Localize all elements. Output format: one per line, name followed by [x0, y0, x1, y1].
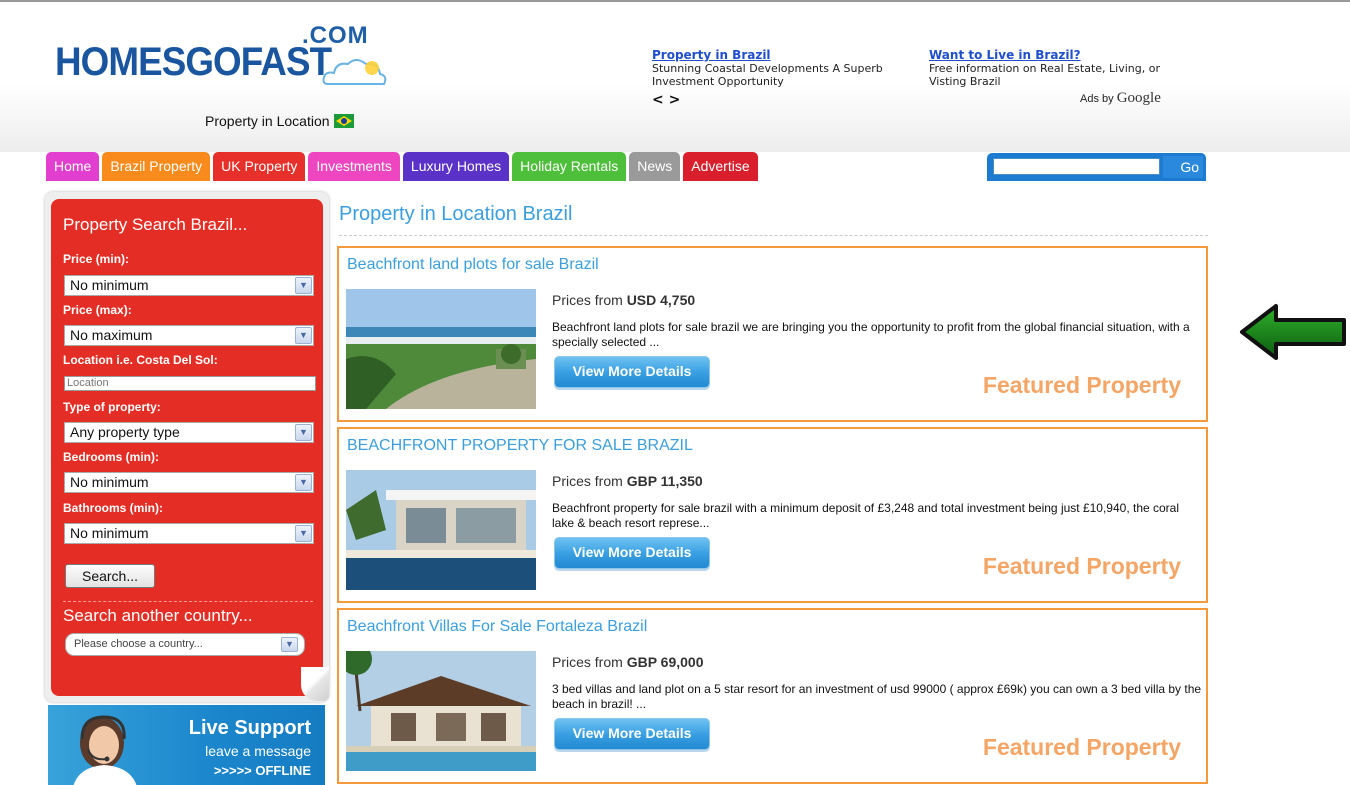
- price-max-value: No maximum: [70, 327, 153, 343]
- logo-tagline: Property in Location: [205, 113, 354, 129]
- nav-tab-news[interactable]: News: [629, 152, 681, 181]
- listing-image[interactable]: [346, 651, 536, 771]
- listing-image[interactable]: [346, 470, 536, 590]
- logo-cloud-icon: [322, 59, 387, 85]
- sidebar-divider: [63, 601, 313, 602]
- support-agent-avatar: [73, 715, 137, 785]
- brazil-flag-icon: [333, 114, 354, 128]
- price-min-select[interactable]: No minimum ▼: [64, 275, 314, 296]
- listing-title-link[interactable]: BEACHFRONT PROPERTY FOR SALE BRAZIL: [347, 437, 693, 455]
- google-brand: Google: [1116, 90, 1161, 106]
- ad-link-1[interactable]: Property in Brazil: [652, 48, 922, 62]
- ad-text-1: Stunning Coastal Developments A Superb I…: [652, 62, 883, 88]
- listing-title-link[interactable]: Beachfront land plots for sale Brazil: [347, 256, 599, 274]
- view-more-details-button[interactable]: View More Details: [554, 537, 710, 569]
- listing-card: Beachfront land plots for sale Brazil Pr…: [337, 246, 1208, 422]
- property-search-panel: Property Search Brazil... Price (min): N…: [51, 199, 323, 696]
- listing-card: Beachfront Villas For Sale Fortaleza Bra…: [337, 608, 1208, 784]
- nav-tab-brazil-property[interactable]: Brazil Property: [102, 152, 211, 181]
- price-prefix: Prices from: [552, 292, 623, 308]
- price-value: USD 4,750: [626, 292, 696, 308]
- listing-card: BEACHFRONT PROPERTY FOR SALE BRAZIL Pric…: [337, 427, 1208, 603]
- live-support-title: Live Support: [188, 717, 311, 739]
- ads-by-label: Ads by: [1080, 93, 1114, 105]
- chevron-down-icon: ▼: [295, 474, 312, 491]
- ad-link-2[interactable]: Want to Live in Brazil?: [929, 48, 1199, 62]
- search-button[interactable]: Search...: [65, 564, 155, 588]
- bedrooms-select[interactable]: No minimum ▼: [64, 472, 314, 493]
- chevron-down-icon: ▼: [295, 277, 312, 294]
- page-curl-decoration: [301, 667, 329, 701]
- chevron-down-icon: ▼: [295, 327, 312, 344]
- listing-description: Beachfront property for sale brazil with…: [552, 501, 1180, 530]
- listing-title-link[interactable]: Beachfront Villas For Sale Fortaleza Bra…: [347, 618, 647, 636]
- ad-text-2: Free information on Real Estate, Living,…: [929, 62, 1160, 88]
- bathrooms-label: Bathrooms (min):: [63, 501, 163, 515]
- price-min-value: No minimum: [70, 277, 149, 293]
- ad-block-2: Want to Live in Brazil? Free information…: [929, 48, 1199, 88]
- live-support-status: >>>>> OFFLINE: [213, 763, 311, 778]
- property-type-value: Any property type: [70, 424, 180, 440]
- site-search-go-button[interactable]: Go: [1163, 156, 1203, 178]
- bathrooms-select[interactable]: No minimum ▼: [64, 523, 314, 544]
- price-value: GBP 69,000: [626, 654, 704, 670]
- nav-tab-home[interactable]: Home: [46, 152, 100, 181]
- nav-tab-uk-property[interactable]: UK Property: [213, 152, 306, 181]
- title-divider: [339, 235, 1208, 236]
- nav-tab-investments[interactable]: Investments: [308, 152, 400, 181]
- sidebar-title: Property Search Brazil...: [63, 215, 248, 234]
- site-search-input[interactable]: [993, 158, 1160, 175]
- ads-by-google[interactable]: Ads by Google: [1080, 90, 1161, 107]
- main-nav: Home Brazil Property UK Property Investm…: [46, 152, 758, 181]
- featured-property-badge: Featured Property: [982, 372, 1181, 398]
- featured-property-badge: Featured Property: [982, 553, 1181, 579]
- featured-property-badge: Featured Property: [982, 734, 1181, 760]
- site-logo[interactable]: .COM HOMESGOFAST Property in Location: [55, 20, 395, 130]
- country-select[interactable]: Please choose a country... ▼: [65, 633, 305, 656]
- nav-tab-luxury-homes[interactable]: Luxury Homes: [402, 152, 510, 181]
- bathrooms-value: No minimum: [70, 525, 149, 541]
- property-type-select[interactable]: Any property type ▼: [64, 422, 314, 443]
- price-value: GBP 11,350: [626, 473, 703, 489]
- listing-price: Prices from USD 4,750: [552, 292, 695, 308]
- live-support-banner[interactable]: Live Support leave a message >>>>> OFFLI…: [48, 705, 325, 785]
- listing-description: 3 bed villas and land plot on a 5 star r…: [552, 682, 1202, 711]
- listing-image[interactable]: [346, 289, 536, 409]
- chevron-down-icon: ▼: [281, 637, 298, 652]
- bedrooms-value: No minimum: [70, 474, 149, 490]
- tagline-text: Property in Location: [205, 113, 330, 129]
- price-min-label: Price (min):: [63, 252, 130, 266]
- country-select-value: Please choose a country...: [74, 638, 203, 650]
- view-more-details-button[interactable]: View More Details: [554, 356, 710, 388]
- beach-land-image: [346, 289, 536, 409]
- ad-nav-arrows[interactable]: < >: [652, 92, 922, 108]
- listing-description: Beachfront land plots for sale brazil we…: [552, 320, 1190, 349]
- bedrooms-label: Bedrooms (min):: [63, 450, 159, 464]
- logo-main: HOMESGOFAST: [55, 40, 332, 84]
- nav-tab-holiday-rentals[interactable]: Holiday Rentals: [512, 152, 627, 181]
- view-more-details-button[interactable]: View More Details: [554, 718, 710, 750]
- header: .COM HOMESGOFAST Property in Location Pr…: [0, 2, 1350, 152]
- listing-price: Prices from GBP 11,350: [552, 473, 703, 489]
- beachfront-house-image: [346, 470, 536, 590]
- price-max-label: Price (max):: [63, 303, 132, 317]
- location-input[interactable]: Location: [64, 376, 316, 391]
- price-prefix: Prices from: [552, 654, 623, 670]
- live-support-subtitle: leave a message: [205, 743, 311, 759]
- chevron-down-icon: ▼: [295, 525, 312, 542]
- page-title: Property in Location Brazil: [339, 203, 573, 225]
- beachfront-villa-image: [346, 651, 536, 771]
- nav-tab-advertise[interactable]: Advertise: [683, 152, 758, 181]
- ad-block-1: Property in Brazil Stunning Coastal Deve…: [652, 48, 922, 108]
- chevron-down-icon: ▼: [295, 424, 312, 441]
- price-max-select[interactable]: No maximum ▼: [64, 325, 314, 346]
- property-type-label: Type of property:: [63, 400, 161, 414]
- green-arrow-icon: [1240, 304, 1346, 360]
- site-search: Go: [987, 153, 1206, 181]
- price-prefix: Prices from: [552, 473, 623, 489]
- location-label: Location i.e. Costa Del Sol:: [63, 353, 218, 367]
- search-country-title: Search another country...: [63, 606, 253, 625]
- listing-price: Prices from GBP 69,000: [552, 654, 703, 670]
